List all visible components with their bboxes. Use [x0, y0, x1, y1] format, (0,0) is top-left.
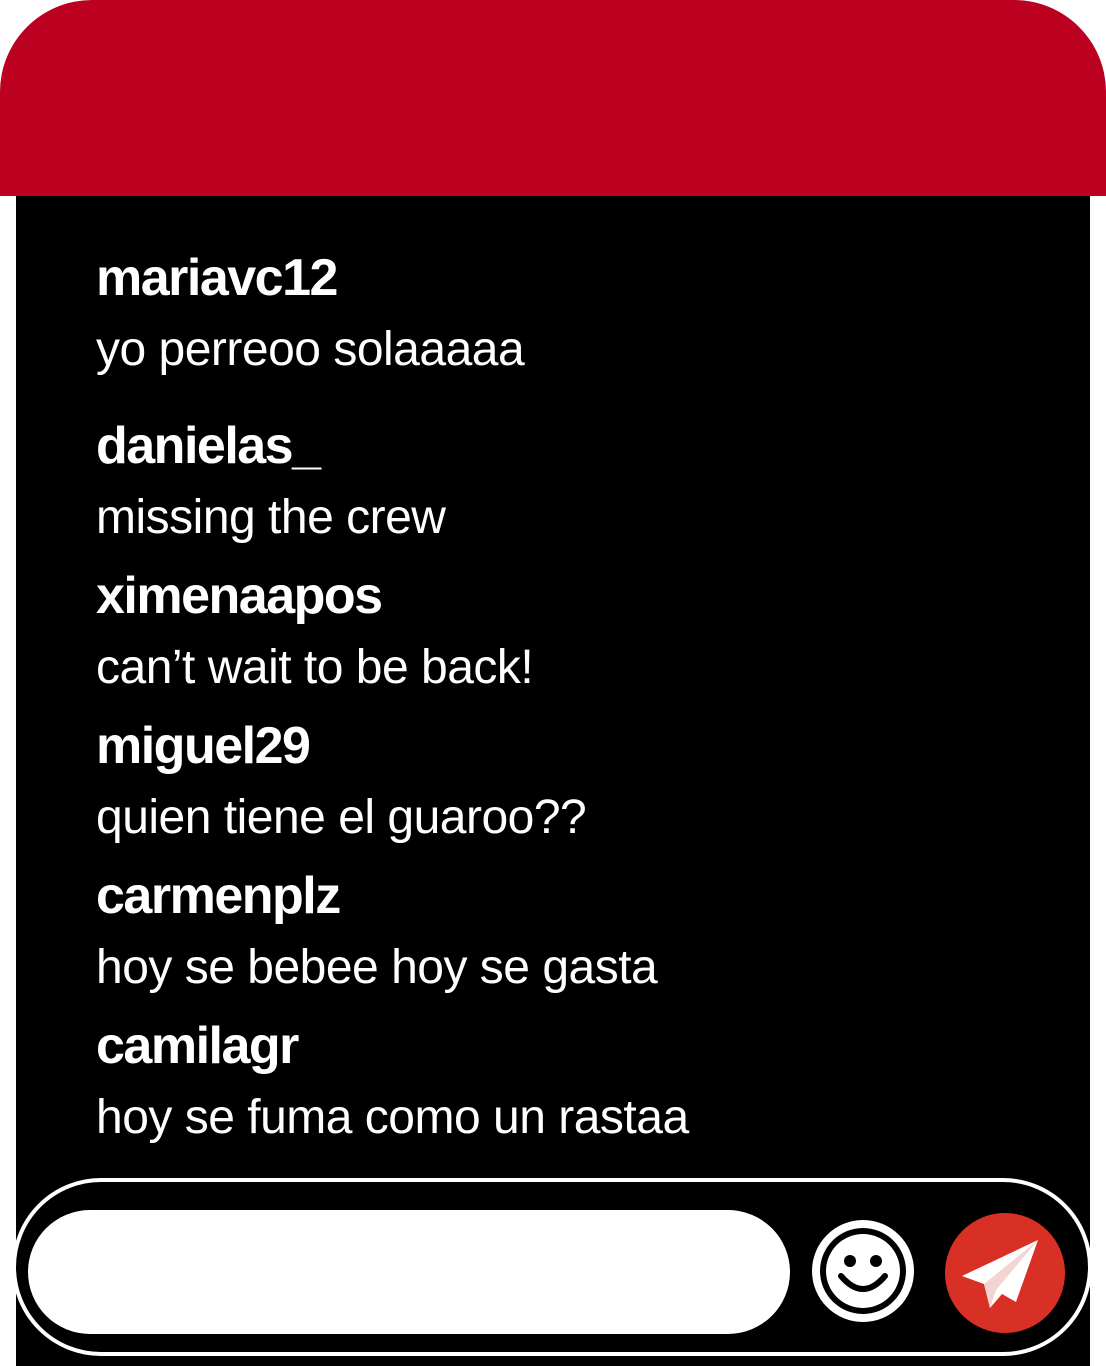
message-text: hoy se fuma como un rastaa	[96, 1091, 689, 1144]
message-username[interactable]: carmenplz	[96, 862, 1036, 930]
paper-plane-icon	[945, 1213, 1065, 1333]
chat-message: ximenaapos can’t wait to be back!	[96, 562, 1036, 712]
chat-message: carmenplz hoy se bebee hoy se gasta	[96, 862, 1036, 1012]
chat-message: danielas_ missing the crew	[96, 412, 1036, 562]
message-text: hoy se bebee hoy se gasta	[96, 941, 658, 994]
chat-message: mariavc12 yo perreoo solaaaaa	[96, 244, 1036, 412]
message-username[interactable]: danielas_	[96, 412, 1036, 480]
chat-header	[0, 0, 1106, 196]
chat-window: mariavc12 yo perreoo solaaaaa danielas_ …	[0, 0, 1106, 1366]
message-input[interactable]	[28, 1210, 790, 1334]
emoji-button[interactable]	[810, 1218, 916, 1324]
message-text: can’t wait to be back!	[96, 641, 534, 694]
message-text: missing the crew	[96, 491, 446, 544]
message-username[interactable]: camilagr	[96, 1012, 1036, 1080]
chat-message: camilagr hoy se fuma como un rastaa	[96, 1012, 1036, 1162]
message-list: mariavc12 yo perreoo solaaaaa danielas_ …	[96, 244, 1036, 1162]
send-button[interactable]	[944, 1212, 1066, 1334]
message-username[interactable]: miguel29	[96, 712, 1036, 780]
message-username[interactable]: ximenaapos	[96, 562, 1036, 630]
message-text: yo perreoo solaaaaa	[96, 323, 525, 376]
message-text: quien tiene el guaroo??	[96, 791, 587, 844]
message-username[interactable]: mariavc12	[96, 244, 1036, 312]
smiley-face-icon	[812, 1220, 914, 1322]
chat-message: miguel29 quien tiene el guaroo??	[96, 712, 1036, 862]
